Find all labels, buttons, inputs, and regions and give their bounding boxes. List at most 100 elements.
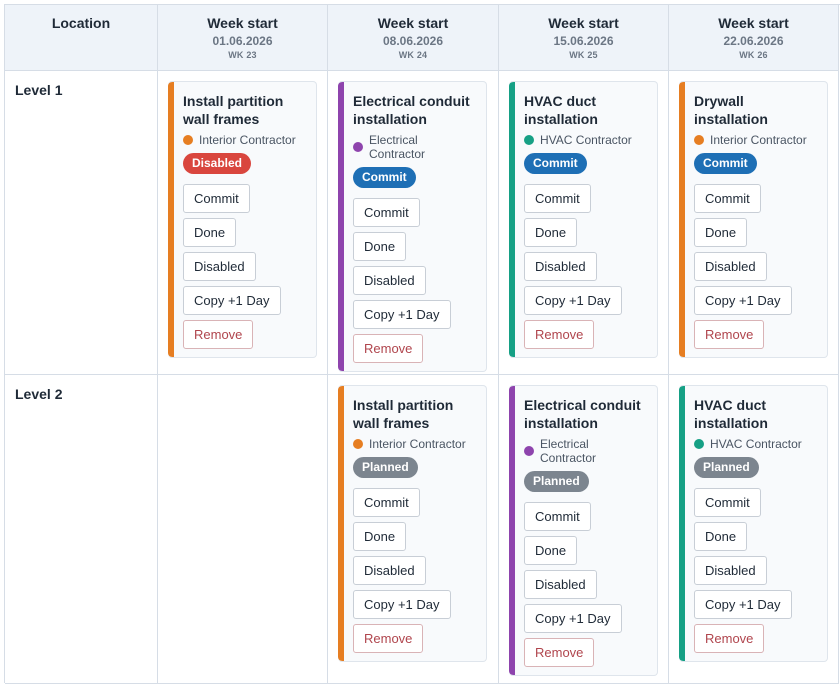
task-card[interactable]: Install partition wall frames Interior Co… bbox=[168, 81, 317, 358]
commit-button[interactable]: Commit bbox=[524, 184, 591, 213]
done-button[interactable]: Done bbox=[694, 522, 748, 551]
contractor-color-bar bbox=[679, 82, 685, 357]
disabled-button[interactable]: Disabled bbox=[694, 252, 767, 281]
copy-plus-one-day-button[interactable]: Copy +1 Day bbox=[183, 286, 281, 315]
task-card[interactable]: Drywall installation Interior Contractor C… bbox=[679, 81, 828, 358]
status-badge: Disabled bbox=[183, 153, 252, 174]
contractor-row: HVAC Contractor bbox=[694, 437, 817, 451]
week-header-title: Week start bbox=[718, 15, 789, 31]
card-actions: Commit Done Disabled Copy +1 Day Remove bbox=[524, 502, 647, 667]
contractor-row: HVAC Contractor bbox=[524, 133, 647, 147]
week-header-title: Week start bbox=[548, 15, 619, 31]
week-header-23: Week start 01.06.2026 WK 23 bbox=[158, 5, 328, 71]
commit-button[interactable]: Commit bbox=[694, 184, 761, 213]
copy-plus-one-day-button[interactable]: Copy +1 Day bbox=[524, 286, 622, 315]
task-card[interactable]: HVAC duct installation HVAC Contractor Com… bbox=[509, 81, 658, 358]
card-actions: Commit Done Disabled Copy +1 Day Remove bbox=[694, 184, 817, 349]
contractor-dot-icon bbox=[694, 439, 704, 449]
remove-button[interactable]: Remove bbox=[524, 638, 595, 667]
week-header-title: Week start bbox=[377, 15, 449, 31]
contractor-name: HVAC Contractor bbox=[540, 133, 632, 147]
contractor-row: Interior Contractor bbox=[353, 437, 476, 451]
task-card[interactable]: Electrical conduit installation Electrica… bbox=[509, 385, 658, 676]
commit-button[interactable]: Commit bbox=[694, 488, 761, 517]
remove-button[interactable]: Remove bbox=[694, 320, 765, 349]
contractor-dot-icon bbox=[183, 135, 193, 145]
task-card[interactable]: Electrical conduit installation Electrica… bbox=[338, 81, 487, 372]
task-card[interactable]: HVAC duct installation HVAC Contractor Pla… bbox=[679, 385, 828, 662]
task-title: Install partition wall frames bbox=[353, 397, 454, 431]
status-badge: Planned bbox=[353, 457, 418, 478]
card-actions: Commit Done Disabled Copy +1 Day Remove bbox=[353, 198, 476, 363]
done-button[interactable]: Done bbox=[524, 536, 578, 565]
contractor-name: Electrical Contractor bbox=[540, 437, 597, 465]
schedule-cell: Install partition wall frames Interior Co… bbox=[328, 375, 499, 684]
week-header-date: 01.06.2026 bbox=[212, 34, 273, 48]
remove-button[interactable]: Remove bbox=[353, 624, 424, 653]
done-button[interactable]: Done bbox=[524, 218, 578, 247]
week-header-24: Week start 08.06.2026 WK 24 bbox=[328, 5, 499, 71]
contractor-name: Electrical Contractor bbox=[369, 133, 426, 161]
week-header-title: Week start bbox=[207, 15, 278, 31]
contractor-name: Interior Contractor bbox=[710, 133, 807, 147]
schedule-cell: Electrical conduit installation Electrica… bbox=[499, 375, 669, 684]
contractor-row: Electrical Contractor bbox=[524, 437, 647, 465]
week-header-date: 08.06.2026 bbox=[382, 34, 444, 48]
commit-button[interactable]: Commit bbox=[183, 184, 250, 213]
status-badge: Commit bbox=[694, 153, 757, 174]
copy-plus-one-day-button[interactable]: Copy +1 Day bbox=[353, 300, 451, 329]
week-header-number: WK 24 bbox=[398, 50, 428, 60]
status-badge: Planned bbox=[694, 457, 759, 478]
task-title: Electrical conduit installation bbox=[524, 397, 641, 431]
disabled-button[interactable]: Disabled bbox=[524, 252, 597, 281]
week-header-25: Week start 15.06.2026 WK 25 bbox=[499, 5, 669, 71]
disabled-button[interactable]: Disabled bbox=[183, 252, 256, 281]
remove-button[interactable]: Remove bbox=[353, 334, 424, 363]
remove-button[interactable]: Remove bbox=[694, 624, 765, 653]
task-card[interactable]: Install partition wall frames Interior Co… bbox=[338, 385, 487, 662]
schedule-cell: Drywall installation Interior Contractor C… bbox=[669, 71, 839, 375]
contractor-row: Electrical Contractor bbox=[353, 133, 476, 161]
card-actions: Commit Done Disabled Copy +1 Day Remove bbox=[183, 184, 306, 349]
contractor-color-bar bbox=[338, 386, 344, 661]
card-actions: Commit Done Disabled Copy +1 Day Remove bbox=[353, 488, 476, 653]
done-button[interactable]: Done bbox=[694, 218, 748, 247]
contractor-color-bar bbox=[509, 82, 515, 357]
week-header-26: Week start 22.06.2026 WK 26 bbox=[669, 5, 839, 71]
contractor-color-bar bbox=[338, 82, 344, 371]
done-button[interactable]: Done bbox=[353, 232, 407, 261]
schedule-cell bbox=[158, 375, 328, 684]
schedule-cell: HVAC duct installation HVAC Contractor Pla… bbox=[669, 375, 839, 684]
copy-plus-one-day-button[interactable]: Copy +1 Day bbox=[694, 590, 792, 619]
contractor-name: Interior Contractor bbox=[369, 437, 466, 451]
status-badge: Commit bbox=[353, 167, 416, 188]
location-column-header: Location bbox=[5, 5, 158, 71]
schedule-cell: Install partition wall frames Interior Co… bbox=[158, 71, 328, 375]
copy-plus-one-day-button[interactable]: Copy +1 Day bbox=[694, 286, 792, 315]
disabled-button[interactable]: Disabled bbox=[524, 570, 597, 599]
contractor-row: Interior Contractor bbox=[694, 133, 817, 147]
disabled-button[interactable]: Disabled bbox=[353, 556, 426, 585]
remove-button[interactable]: Remove bbox=[183, 320, 254, 349]
status-badge: Commit bbox=[524, 153, 587, 174]
commit-button[interactable]: Commit bbox=[353, 488, 420, 517]
contractor-color-bar bbox=[168, 82, 174, 357]
commit-button[interactable]: Commit bbox=[353, 198, 420, 227]
schedule-cell: HVAC duct installation HVAC Contractor Com… bbox=[499, 71, 669, 375]
location-label: Level 1 bbox=[15, 82, 63, 98]
disabled-button[interactable]: Disabled bbox=[694, 556, 767, 585]
contractor-color-bar bbox=[679, 386, 685, 661]
week-header-number: WK 25 bbox=[569, 50, 598, 60]
location-label: Level 2 bbox=[15, 386, 63, 402]
card-actions: Commit Done Disabled Copy +1 Day Remove bbox=[694, 488, 817, 653]
copy-plus-one-day-button[interactable]: Copy +1 Day bbox=[524, 604, 622, 633]
done-button[interactable]: Done bbox=[353, 522, 407, 551]
disabled-button[interactable]: Disabled bbox=[353, 266, 426, 295]
week-header-date: 15.06.2026 bbox=[553, 34, 614, 48]
location-cell: Level 2 bbox=[5, 375, 158, 684]
copy-plus-one-day-button[interactable]: Copy +1 Day bbox=[353, 590, 451, 619]
task-title: Electrical conduit installation bbox=[353, 93, 470, 127]
remove-button[interactable]: Remove bbox=[524, 320, 595, 349]
done-button[interactable]: Done bbox=[183, 218, 237, 247]
commit-button[interactable]: Commit bbox=[524, 502, 591, 531]
